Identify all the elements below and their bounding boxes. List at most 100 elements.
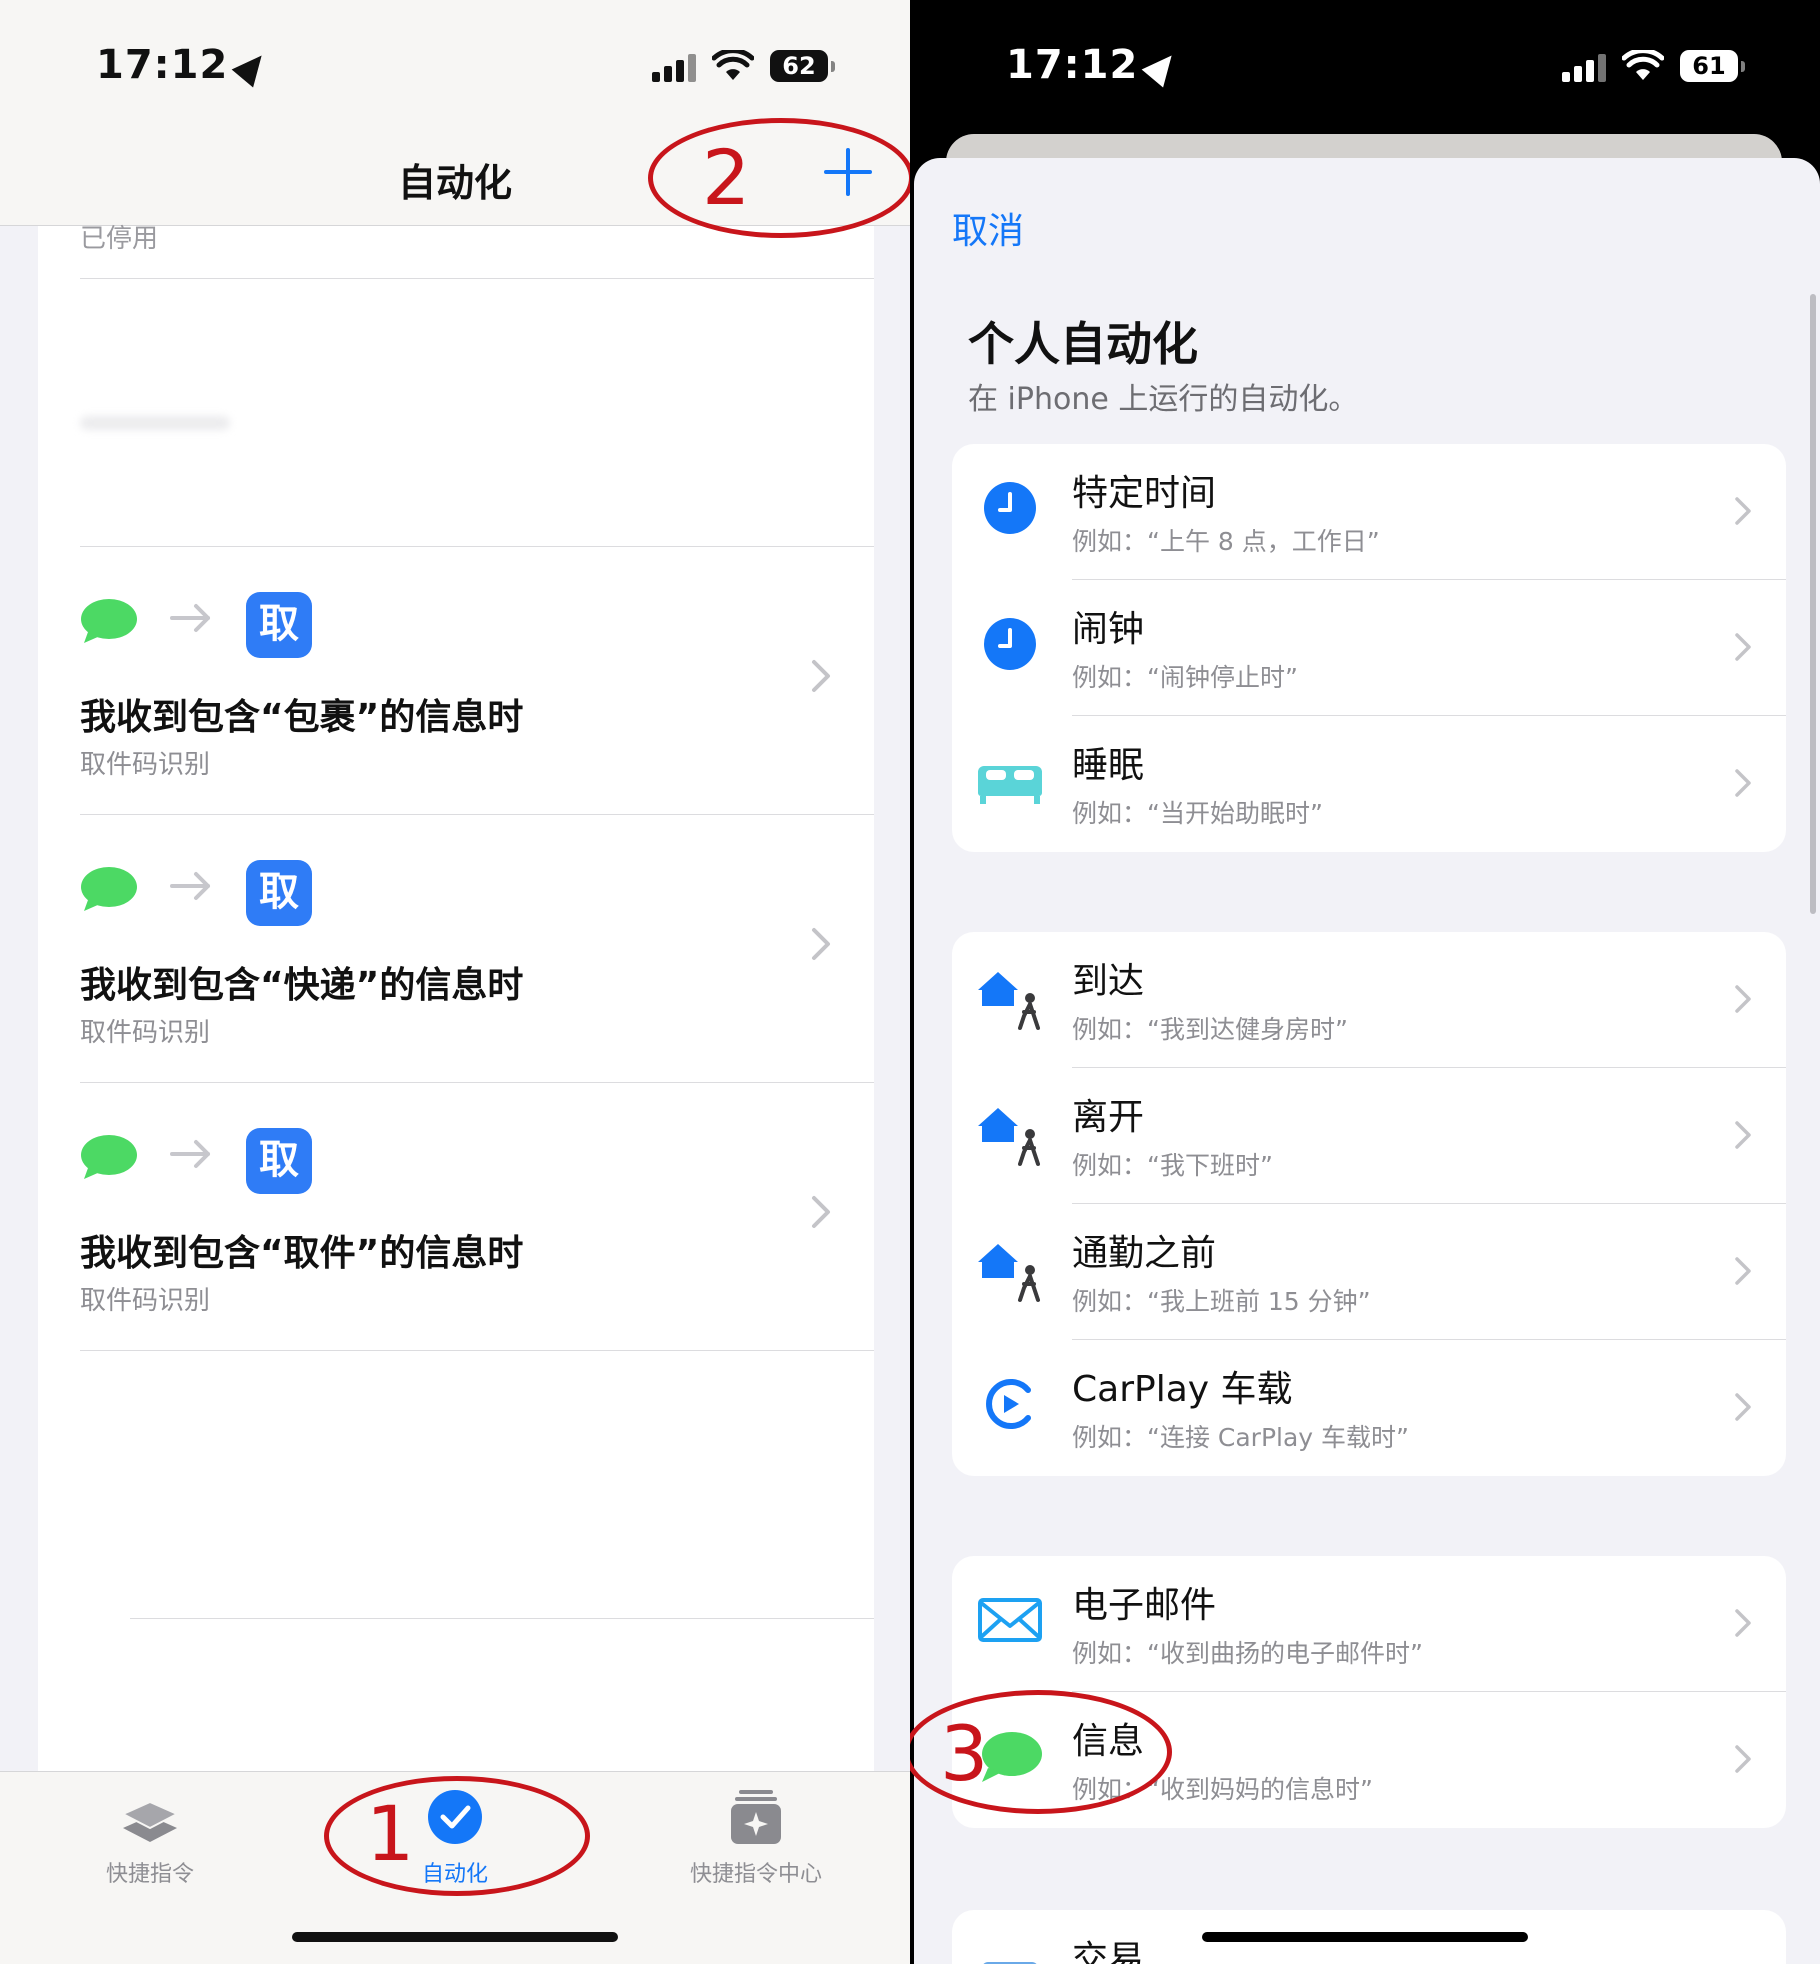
sheet-subtitle: 在 iPhone 上运行的自动化。	[968, 382, 1359, 417]
disabled-label: 已停用	[80, 224, 159, 254]
automation-row[interactable]: 取 我收到包含“包裹”的信息时 取件码识别	[38, 548, 874, 816]
trigger-row-carplay[interactable]: CarPlay 车载 例如：“连接 CarPlay 车载时”	[952, 1340, 1786, 1476]
home-indicator	[1202, 1932, 1528, 1942]
trigger-title: 离开	[1072, 1097, 1145, 1138]
trigger-example: 例如：“连接 CarPlay 车载时”	[1072, 1423, 1409, 1452]
message-icon	[81, 867, 137, 911]
arrow-right-icon	[170, 1140, 210, 1168]
chevron-right-icon	[812, 660, 830, 692]
tab-gallery[interactable]: 快捷指令中心	[646, 1786, 866, 1888]
trigger-title: 特定时间	[1072, 473, 1217, 514]
trigger-example: 例如：“闹钟停止时”	[1072, 663, 1298, 692]
add-automation-button[interactable]	[820, 144, 876, 200]
nav-bar: 自动化	[0, 130, 910, 226]
trigger-row-message[interactable]: 信息 例如：“收到妈妈的信息时”	[952, 1692, 1786, 1828]
battery-indicator: 62	[770, 50, 835, 82]
carplay-icon	[986, 1379, 1031, 1429]
chevron-right-icon	[812, 1196, 830, 1228]
status-bar: 17:12 62	[0, 0, 910, 130]
trigger-example: 例如：“当开始助眠时”	[1072, 799, 1323, 828]
trigger-title: 电子邮件	[1072, 1585, 1217, 1626]
tab-label: 快捷指令中心	[689, 1862, 822, 1887]
arrow-right-icon	[170, 604, 210, 632]
gallery-icon	[731, 1790, 781, 1844]
chevron-right-icon	[1735, 1609, 1751, 1637]
clock-icon	[984, 618, 1036, 670]
cancel-button[interactable]: 取消	[952, 202, 1024, 254]
trigger-row-arrive[interactable]: 到达 例如：“我到达健身房时”	[952, 932, 1786, 1068]
chevron-right-icon	[812, 928, 830, 960]
trigger-row-email[interactable]: 电子邮件 例如：“收到曲扬的电子邮件时”	[952, 1556, 1786, 1692]
new-automation-sheet: 取消 个人自动化 在 iPhone 上运行的自动化。 特定时间 例如：“上午 8…	[914, 158, 1820, 1964]
right-screen: 17:12 61 取消 个人自动化 在 iPhone 上运行的自动化。 特定时间…	[910, 0, 1820, 1964]
automation-subtitle: 取件码识别	[80, 750, 211, 780]
mail-icon	[978, 1598, 1042, 1642]
status-time: 17:12	[96, 42, 273, 88]
cellular-signal-icon	[652, 54, 698, 82]
automation-row[interactable]: 取 我收到包含“取件”的信息时 取件码识别	[38, 1084, 874, 1352]
blurred-row	[80, 416, 230, 430]
trigger-example: 例如：“收到曲扬的电子邮件时”	[1072, 1639, 1423, 1668]
trigger-title: 睡眠	[1072, 745, 1145, 786]
chevron-right-icon	[1735, 1745, 1751, 1773]
chevron-right-icon	[1735, 497, 1751, 525]
battery-indicator: 61	[1680, 50, 1745, 82]
trigger-title: 通勤之前	[1072, 1233, 1217, 1274]
trigger-example: 例如：“收到妈妈的信息时”	[1072, 1775, 1373, 1804]
status-time-text: 17:12	[96, 42, 229, 88]
home-indicator	[292, 1932, 618, 1942]
automation-title: 我收到包含“快递”的信息时	[80, 965, 524, 1006]
automation-title: 我收到包含“取件”的信息时	[80, 1233, 524, 1274]
trigger-row-sleep[interactable]: 睡眠 例如：“当开始助眠时”	[952, 716, 1786, 852]
automation-row[interactable]: 取 我收到包含“快递”的信息时 取件码识别	[38, 816, 874, 1084]
pickup-app-icon: 取	[246, 860, 312, 926]
chevron-right-icon	[1735, 1393, 1751, 1421]
arrow-right-icon	[170, 872, 210, 900]
trigger-title: 信息	[1072, 1721, 1145, 1762]
location-arrow-icon	[231, 46, 273, 88]
home-arrive-icon	[978, 972, 1040, 1030]
page-title: 自动化	[397, 161, 512, 205]
chevron-right-icon	[1735, 633, 1751, 661]
trigger-title: CarPlay 车载	[1072, 1369, 1293, 1410]
automation-subtitle: 取件码识别	[80, 1018, 211, 1048]
scrollbar[interactable]	[1810, 294, 1816, 914]
divider	[80, 1082, 874, 1083]
status-time: 17:12	[1006, 42, 1183, 88]
chevron-right-icon	[1735, 985, 1751, 1013]
divider	[80, 278, 874, 279]
trigger-group-location: 到达 例如：“我到达健身房时” 离开 例如：“我下班时” 通勤之前 例如：“我上…	[952, 932, 1786, 1476]
divider	[80, 546, 874, 547]
tab-label: 快捷指令	[105, 1862, 194, 1887]
divider	[80, 1350, 874, 1351]
trigger-title: 到达	[1072, 961, 1145, 1002]
sheet-title: 个人自动化	[968, 317, 1198, 371]
location-arrow-icon	[1141, 46, 1183, 88]
status-time-text: 17:12	[1006, 42, 1139, 88]
left-screen: 17:12 62 自动化 已停用 取 我收到包含“包裹”的信息时 取件码识别 取…	[0, 0, 910, 1964]
trigger-row-specific-time[interactable]: 特定时间 例如：“上午 8 点，工作日”	[952, 444, 1786, 580]
trigger-example: 例如：“上午 8 点，工作日”	[1072, 527, 1380, 556]
trigger-row-alarm[interactable]: 闹钟 例如：“闹钟停止时”	[952, 580, 1786, 716]
chevron-right-icon	[1735, 769, 1751, 797]
bed-icon	[978, 766, 1042, 804]
clock-icon	[984, 482, 1036, 534]
trigger-row-before-commute[interactable]: 通勤之前 例如：“我上班前 15 分钟”	[952, 1204, 1786, 1340]
chevron-right-icon	[1735, 1121, 1751, 1149]
tab-shortcuts[interactable]: 快捷指令	[40, 1786, 260, 1888]
annotation-number: 2	[702, 133, 751, 222]
layers-icon	[120, 1800, 180, 1842]
divider	[130, 1618, 874, 1619]
pickup-app-icon: 取	[246, 1128, 312, 1194]
trigger-row-leave[interactable]: 离开 例如：“我下班时”	[952, 1068, 1786, 1204]
trigger-title: 闹钟	[1072, 609, 1145, 650]
trigger-example: 例如：“我下班时”	[1072, 1151, 1273, 1180]
automation-list: 已停用 取 我收到包含“包裹”的信息时 取件码识别 取 我收到包含“快递”的信息…	[38, 224, 874, 1776]
trigger-example: 例如：“我上班前 15 分钟”	[1072, 1287, 1371, 1316]
chevron-right-icon	[1735, 1257, 1751, 1285]
automation-title: 我收到包含“包裹”的信息时	[80, 697, 524, 738]
pickup-app-icon: 取	[246, 592, 312, 658]
home-commute-icon	[978, 1244, 1040, 1302]
automation-subtitle: 取件码识别	[80, 1286, 211, 1316]
trigger-example: 例如：“我到达健身房时”	[1072, 1015, 1348, 1044]
